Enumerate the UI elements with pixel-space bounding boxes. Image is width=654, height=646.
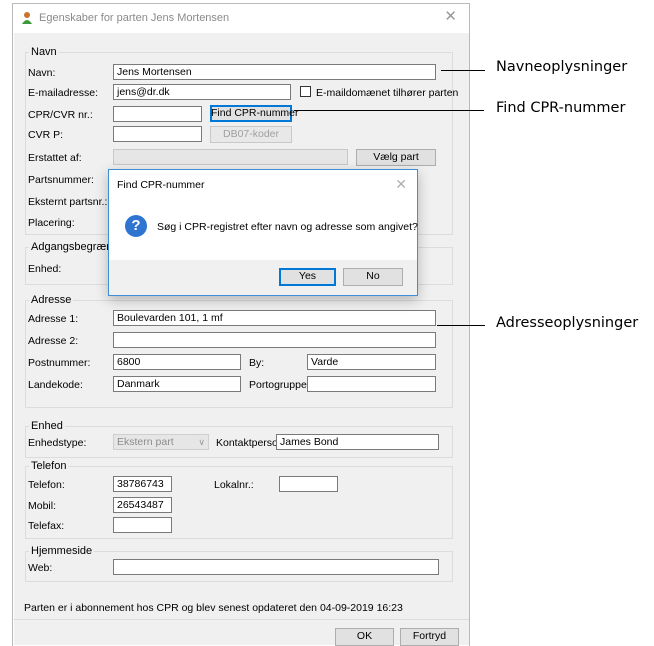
postnummer-input[interactable]: 6800 [113,354,241,370]
cvrp-input[interactable] [113,126,202,142]
adresse2-input[interactable] [113,332,436,348]
email-domain-checkbox[interactable] [300,86,311,97]
enhedstype-select: Ekstern part ∨ [113,434,209,450]
hjemmeside-group-title: Hjemmeside [29,545,95,557]
cvrp-label: CVR P: [28,129,64,141]
erstattet-label: Erstattet af: [28,152,82,164]
dialog-close-icon[interactable]: ✕ [395,176,407,193]
email-domain-checkbox-label: E-maildomænet tilhører parten [316,87,459,99]
email-input[interactable]: jens@dr.dk [113,84,291,100]
telefon-input[interactable]: 38786743 [113,476,172,492]
find-cpr-dialog: Find CPR-nummer ✕ ? Søg i CPR-registret … [108,169,418,296]
adresse1-label: Adresse 1: [28,313,79,325]
navn-group-title: Navn [29,46,59,58]
telefax-input[interactable] [113,517,172,533]
footer-divider [14,619,469,620]
telefon-group [25,466,453,539]
status-text: Parten er i abonnement hos CPR og blev s… [24,602,403,614]
landekode-label: Landekode: [28,379,83,391]
vaelg-part-button[interactable]: Vælg part [356,149,436,166]
callout-line-adresse [437,325,485,326]
find-cpr-button[interactable]: Find CPR-nummer [210,105,299,122]
enhed-access-label: Enhed: [28,263,62,275]
cancel-button[interactable]: Fortryd [400,628,459,646]
adresse1-input[interactable]: Boulevarden 101, 1 mf [113,310,436,326]
erstattet-input [113,149,348,165]
cpr-input[interactable] [113,106,202,122]
window-client: Navn Navn: Jens Mortensen E-mailadresse:… [14,33,469,646]
dialog-message: Søg i CPR-registret efter navn og adress… [157,221,418,233]
by-input[interactable]: Varde [307,354,436,370]
portogruppe-label: Portogruppe: [249,379,310,391]
properties-window: Egenskaber for parten Jens Mortensen ✕ N… [12,3,470,646]
callout-adresseoplysninger: Adresseoplysninger [496,315,639,331]
ok-button[interactable]: OK [335,628,394,646]
close-icon[interactable]: ✕ [444,9,457,24]
person-icon [22,12,32,24]
title-bar: Egenskaber for parten Jens Mortensen ✕ [13,4,469,32]
email-label: E-mailadresse: [28,87,99,99]
landekode-input[interactable]: Danmark [113,376,241,392]
callout-line-find-cpr [294,110,484,111]
adresse-group-title: Adresse [29,294,74,306]
web-input[interactable] [113,559,439,575]
portogruppe-input[interactable] [307,376,436,392]
web-label: Web: [28,562,53,574]
db07-button[interactable]: DB07-koder [210,126,292,143]
dialog-title: Find CPR-nummer [117,179,205,191]
mobil-input[interactable]: 26543487 [113,497,172,513]
kontaktperson-input[interactable]: James Bond [276,434,439,450]
partsnummer-label: Partsnummer: [28,174,94,186]
no-button[interactable]: No [343,268,403,286]
callout-find-cpr: Find CPR-nummer [496,100,626,116]
navn-input[interactable]: Jens Mortensen [113,64,436,80]
adresse2-label: Adresse 2: [28,335,79,347]
enhedstype-label: Enhedstype: [28,437,87,449]
enhedstype-value: Ekstern part [117,436,174,448]
by-label: By: [249,357,265,369]
callout-line-navn [441,70,485,71]
dialog-footer: Yes No [109,260,417,295]
question-icon: ? [125,215,147,237]
telefon-label: Telefon: [28,479,65,491]
placering-label: Placering: [28,217,75,229]
telefax-label: Telefax: [28,520,65,532]
eksternt-partsnr-label: Eksternt partsnr.: [28,196,108,208]
window-title: Egenskaber for parten Jens Mortensen [39,12,230,24]
navn-label: Navn: [28,67,56,79]
yes-button[interactable]: Yes [279,268,336,286]
enhed-group-title: Enhed [29,420,65,432]
callout-navneoplysninger: Navneoplysninger [496,59,628,75]
lokalnr-label: Lokalnr.: [214,479,254,491]
chevron-down-icon: ∨ [198,437,205,447]
lokalnr-input[interactable] [279,476,338,492]
cpr-label: CPR/CVR nr.: [28,109,93,121]
postnummer-label: Postnummer: [28,357,91,369]
mobil-label: Mobil: [28,500,57,512]
telefon-group-title: Telefon [29,460,69,472]
